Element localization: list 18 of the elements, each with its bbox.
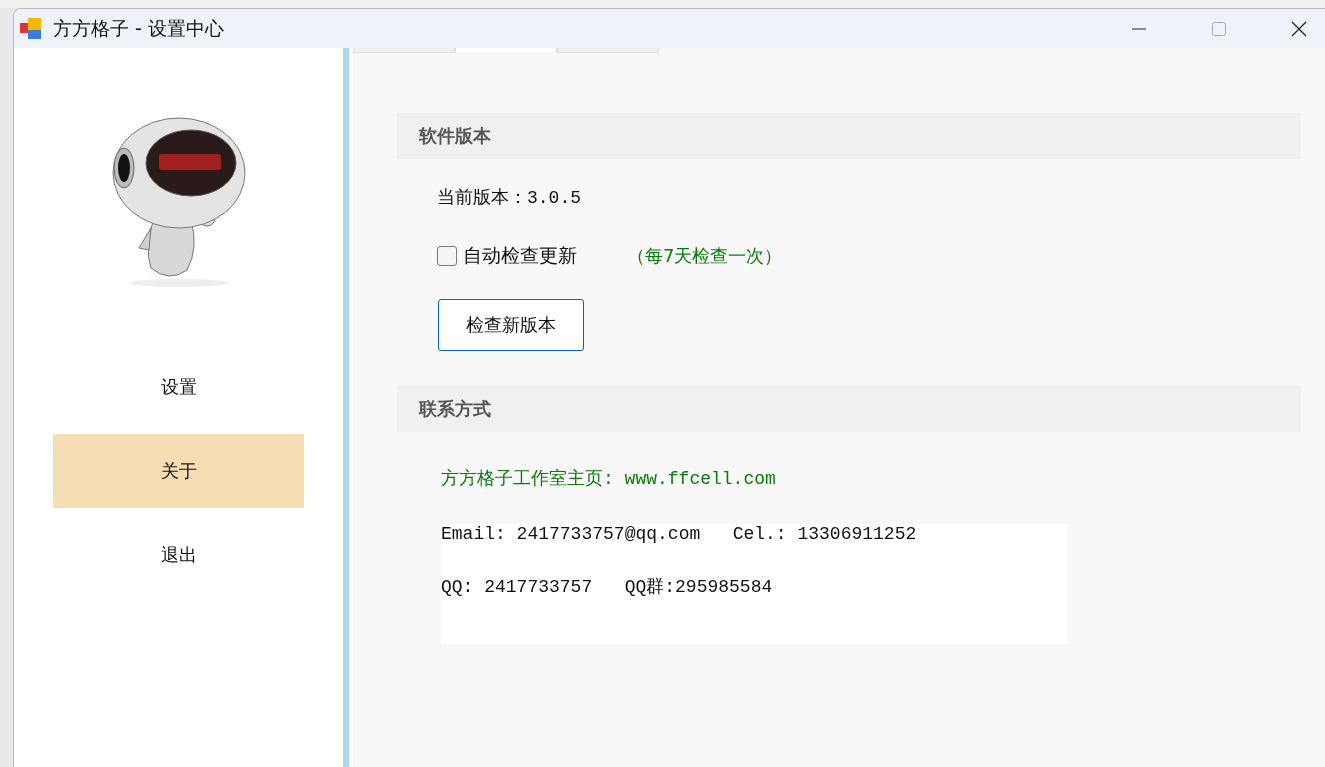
tab[interactable] [557,48,659,53]
splitter[interactable] [343,48,349,767]
maximize-icon[interactable] [1211,20,1227,37]
nav-item[interactable]: 退出 [53,518,304,592]
section-header: 软件版本 [397,113,1301,159]
contact-line: QQ: 2417733757 QQ群:295985584 [441,576,774,599]
nav-item[interactable]: 关于 [53,434,304,508]
nav-item[interactable]: 设置 [53,350,304,424]
close-icon[interactable] [1291,20,1307,37]
app-icon [19,16,43,41]
update-interval-note: （每7天检查一次） [627,244,783,268]
check-update-button[interactable]: 检查新版本 [438,299,584,351]
auto-update-checkbox[interactable]: 自动检查更新 [437,243,577,269]
section-header: 联系方式 [397,386,1301,432]
window-title: 方方格子 - 设置中心 [53,15,224,41]
tab[interactable] [353,48,455,53]
homepage-text: 方方格子工作室主页: www.ffcell.com [441,468,777,490]
version-label: 当前版本：3.0.5 [437,187,582,209]
